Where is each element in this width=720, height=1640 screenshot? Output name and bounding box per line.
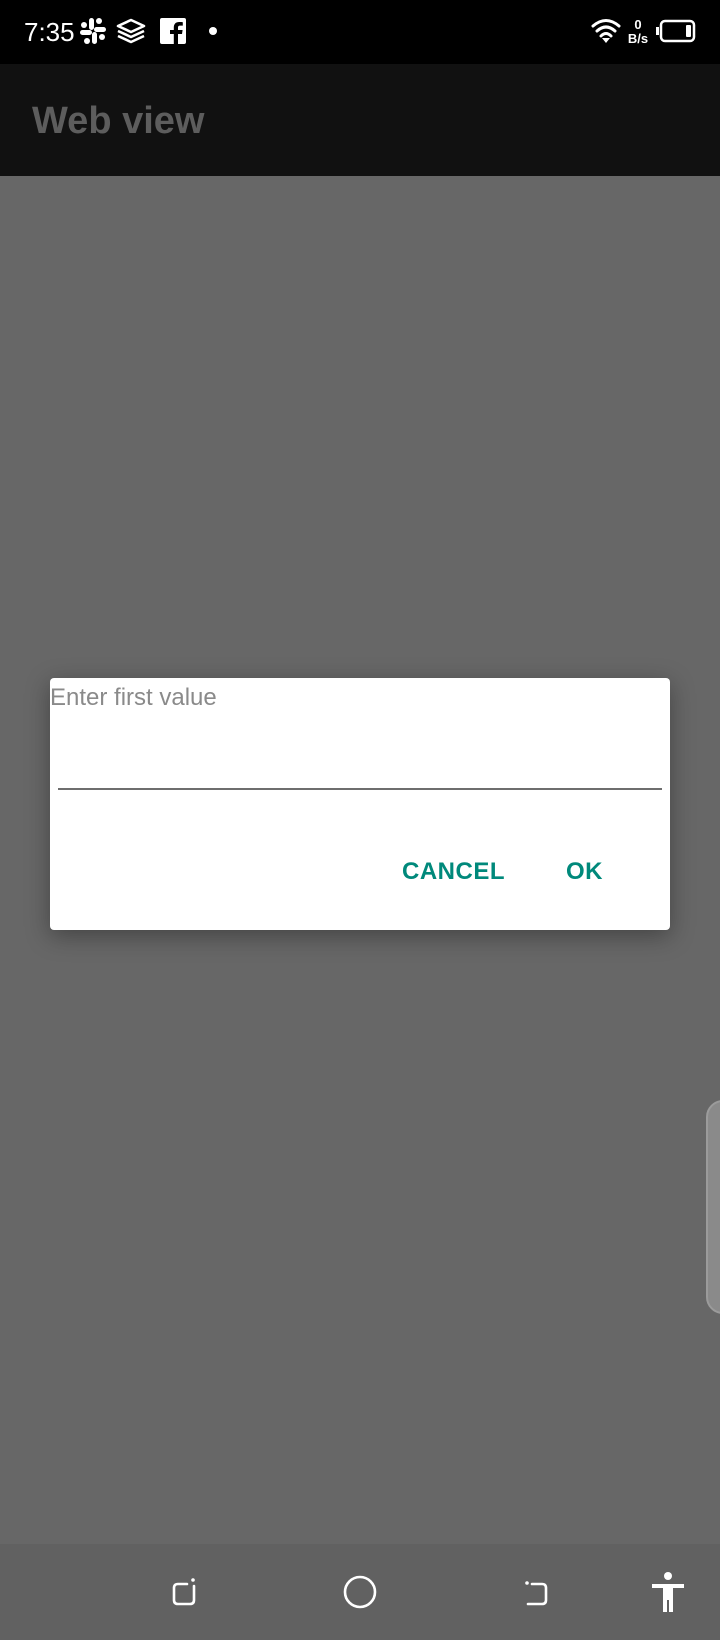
recent-apps-icon[interactable]: [160, 1568, 208, 1616]
status-bar: 7:35 0 B/s: [0, 0, 720, 64]
network-speed-unit: B/s: [627, 31, 649, 46]
back-icon[interactable]: [512, 1568, 560, 1616]
navigation-bar: [0, 1544, 720, 1640]
layers-icon: [116, 16, 146, 46]
battery-icon: [656, 16, 696, 46]
network-speed-value: 0: [634, 17, 642, 32]
input-underline: [58, 788, 662, 790]
input-dialog: Enter first value CANCEL OK: [50, 678, 670, 930]
network-speed: 0 B/s: [624, 18, 652, 46]
home-icon[interactable]: [336, 1568, 384, 1616]
ok-button[interactable]: OK: [558, 850, 611, 894]
accessibility-icon[interactable]: [644, 1568, 692, 1616]
first-value-input[interactable]: Enter first value: [50, 678, 670, 794]
wifi-icon: [590, 16, 622, 46]
edge-panel-handle[interactable]: [706, 1100, 720, 1314]
notification-dot-icon: [198, 16, 228, 46]
slack-icon: [78, 16, 108, 46]
input-placeholder: Enter first value: [50, 684, 217, 711]
screen: 7:35 0 B/s Web view Enter first value CA…: [0, 0, 720, 1640]
facebook-icon: [158, 16, 188, 46]
page-title: Web view: [32, 100, 205, 142]
status-time: 7:35: [24, 17, 75, 47]
app-bar: Web view: [0, 64, 720, 176]
cancel-button[interactable]: CANCEL: [394, 850, 513, 894]
